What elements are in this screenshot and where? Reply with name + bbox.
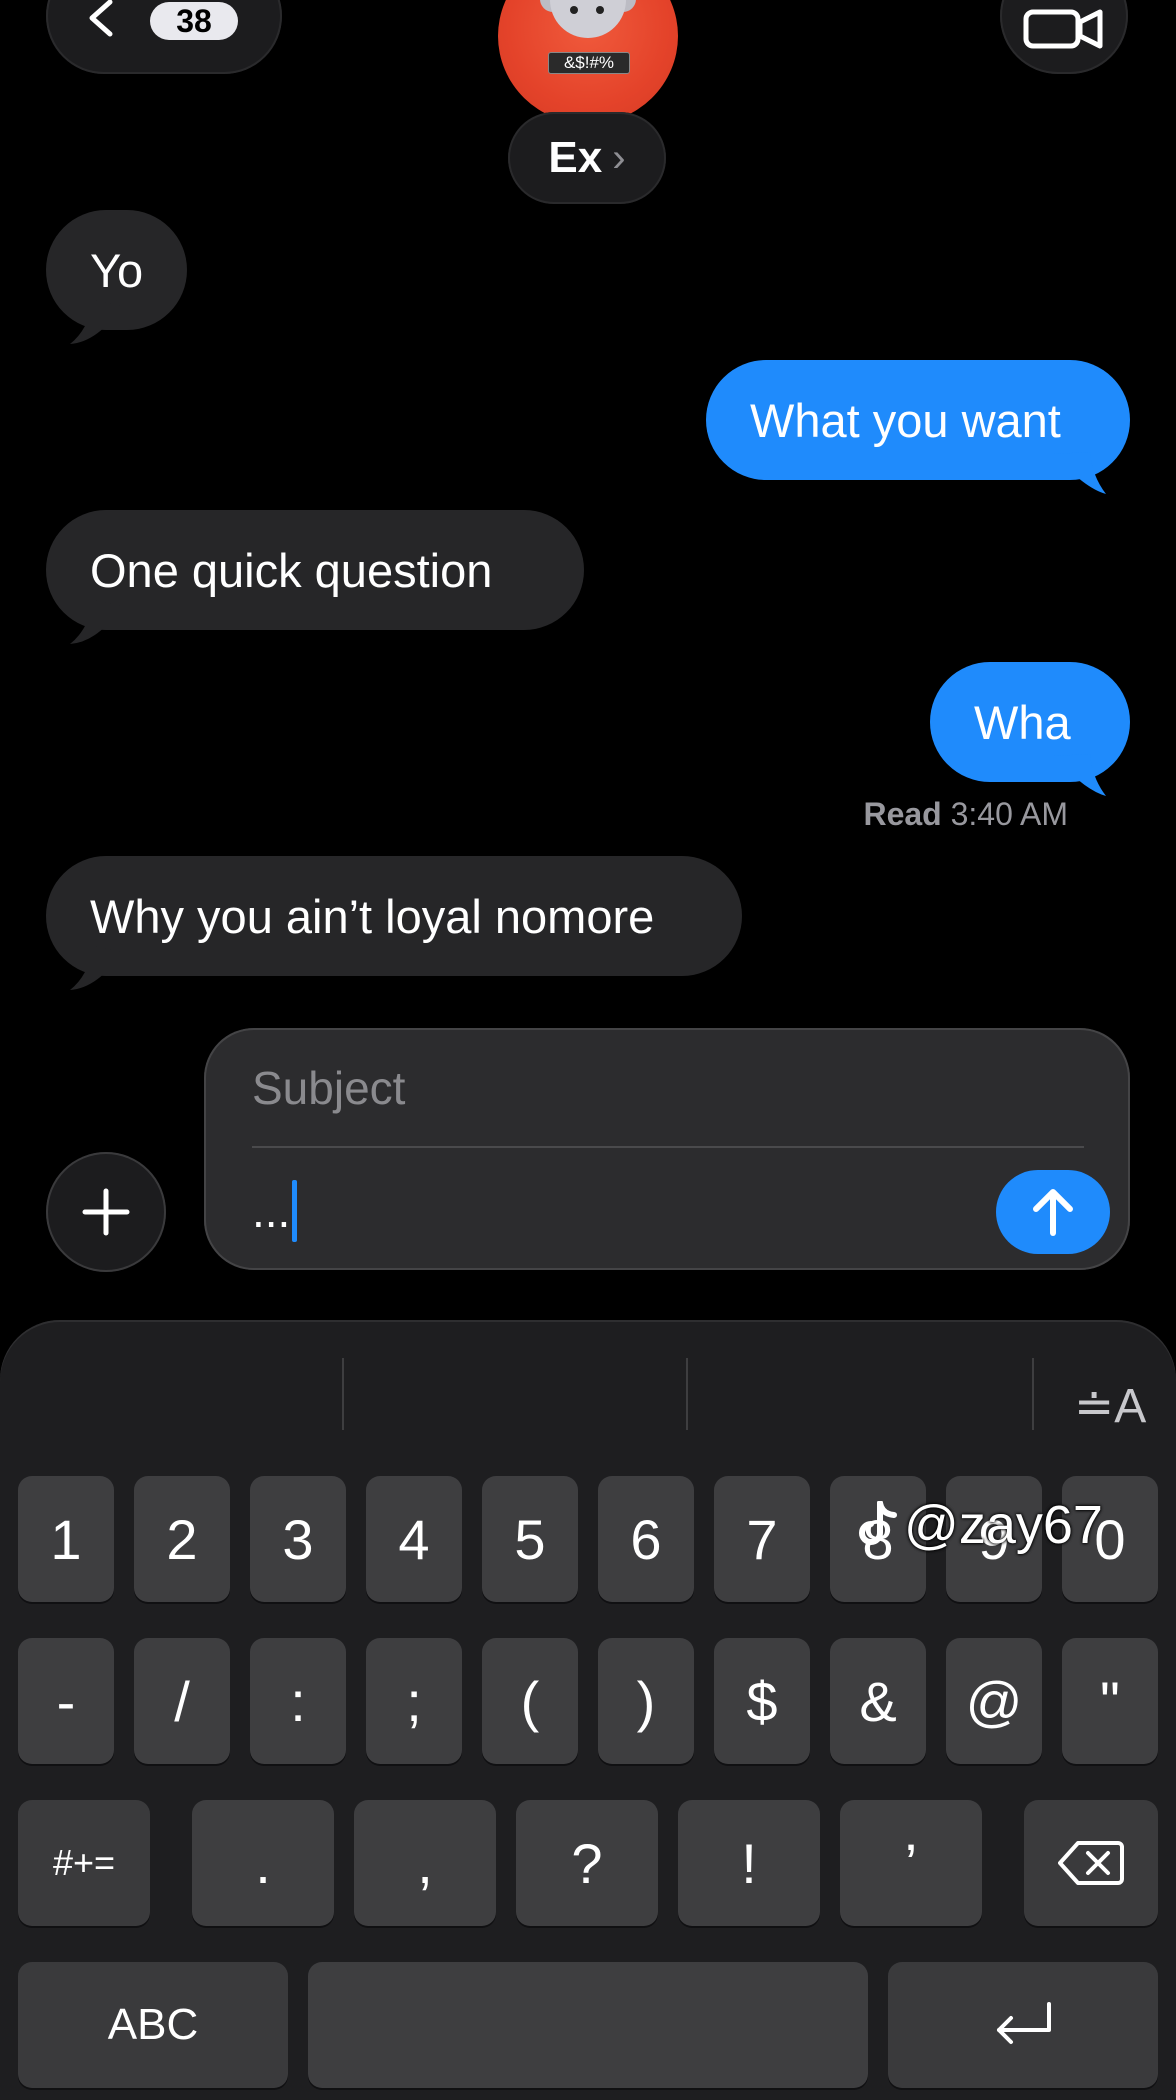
message-text: Yo <box>90 243 144 297</box>
memoji-mouse <box>550 0 626 38</box>
video-camera-icon <box>1023 9 1103 49</box>
delete-key[interactable] <box>1024 1800 1158 1926</box>
key-colon[interactable]: : <box>250 1638 346 1764</box>
key-dash[interactable]: - <box>18 1638 114 1764</box>
backspace-icon <box>1058 1841 1124 1885</box>
key-7[interactable]: 7 <box>714 1476 810 1602</box>
keyboard: ≐A 1 2 3 4 5 6 7 8 9 0 - / : ; ( ) $ & @… <box>0 1320 1176 2100</box>
message-text: What you want <box>750 393 1061 447</box>
prediction-divider <box>1032 1358 1034 1430</box>
prediction-divider <box>686 1358 688 1430</box>
key-5[interactable]: 5 <box>482 1476 578 1602</box>
key-4[interactable]: 4 <box>366 1476 462 1602</box>
subject-input[interactable] <box>252 1056 1082 1120</box>
key-open-paren[interactable]: ( <box>482 1638 578 1764</box>
message-bubble-incoming[interactable]: One quick question <box>46 510 584 630</box>
bubble-tail <box>1054 754 1106 796</box>
message-body-input[interactable]: ... <box>252 1180 298 1242</box>
key-at[interactable]: @ <box>946 1638 1042 1764</box>
avatar-eye-right <box>596 6 604 14</box>
contact-avatar[interactable]: &$!#% <box>498 0 678 124</box>
key-comma[interactable]: , <box>354 1800 496 1926</box>
add-attachment-button[interactable] <box>46 1152 166 1272</box>
read-receipt: Read 3:40 AM <box>863 796 1068 833</box>
arrow-up-icon <box>1033 1189 1073 1236</box>
bubble-tail <box>1054 452 1106 494</box>
key-ampersand[interactable]: & <box>830 1638 926 1764</box>
key-quote[interactable]: " <box>1062 1638 1158 1764</box>
facetime-video-button[interactable] <box>1000 0 1128 74</box>
message-text: One quick question <box>90 543 493 597</box>
message-text: Why you ain’t loyal nomore <box>90 889 655 943</box>
chevron-left-icon <box>89 0 113 37</box>
key-semicolon[interactable]: ; <box>366 1638 462 1764</box>
key-close-paren[interactable]: ) <box>598 1638 694 1764</box>
read-time: 3:40 AM <box>950 796 1068 832</box>
key-1[interactable]: 1 <box>18 1476 114 1602</box>
watermark-handle: @zay67 <box>904 1495 1103 1555</box>
chevron-right-icon: › <box>612 135 626 180</box>
message-bubble-incoming[interactable]: Why you ain’t loyal nomore <box>46 856 742 976</box>
back-button[interactable]: 38 <box>46 0 282 74</box>
return-icon <box>997 2002 1051 2044</box>
bubble-tail <box>70 946 122 990</box>
key-apostrophe[interactable]: ’ <box>840 1800 982 1926</box>
body-text: ... <box>252 1185 291 1237</box>
key-more-symbols[interactable]: #+= <box>18 1800 150 1926</box>
key-3[interactable]: 3 <box>250 1476 346 1602</box>
unread-count-badge: 38 <box>150 2 238 40</box>
bubble-tail <box>70 300 122 344</box>
text-caret <box>292 1180 298 1242</box>
space-key[interactable] <box>308 1962 868 2088</box>
bubble-tail <box>70 600 122 644</box>
compose-divider <box>252 1146 1084 1148</box>
text-format-icon[interactable]: ≐A <box>1074 1378 1146 1434</box>
read-label: Read <box>863 796 942 832</box>
key-dollar[interactable]: $ <box>714 1638 810 1764</box>
tiktok-watermark: @zay67 <box>858 1494 1103 1556</box>
key-abc[interactable]: ABC <box>18 1962 288 2088</box>
tiktok-logo-icon <box>859 1501 897 1545</box>
avatar-eye-left <box>570 6 578 14</box>
return-key[interactable] <box>888 1962 1158 2088</box>
key-question[interactable]: ? <box>516 1800 658 1926</box>
key-6[interactable]: 6 <box>598 1476 694 1602</box>
key-period[interactable]: . <box>192 1800 334 1926</box>
key-2[interactable]: 2 <box>134 1476 230 1602</box>
message-compose-box[interactable]: ... <box>204 1028 1130 1270</box>
contact-name-button[interactable]: Ex › <box>508 112 666 204</box>
avatar-censor-text: &$!#% <box>548 52 630 74</box>
contact-name: Ex <box>548 133 603 182</box>
key-exclamation[interactable]: ! <box>678 1800 820 1926</box>
send-button[interactable] <box>996 1170 1110 1254</box>
plus-icon <box>82 1188 130 1236</box>
message-text: Wha <box>974 695 1071 749</box>
prediction-divider <box>342 1358 344 1430</box>
key-slash[interactable]: / <box>134 1638 230 1764</box>
